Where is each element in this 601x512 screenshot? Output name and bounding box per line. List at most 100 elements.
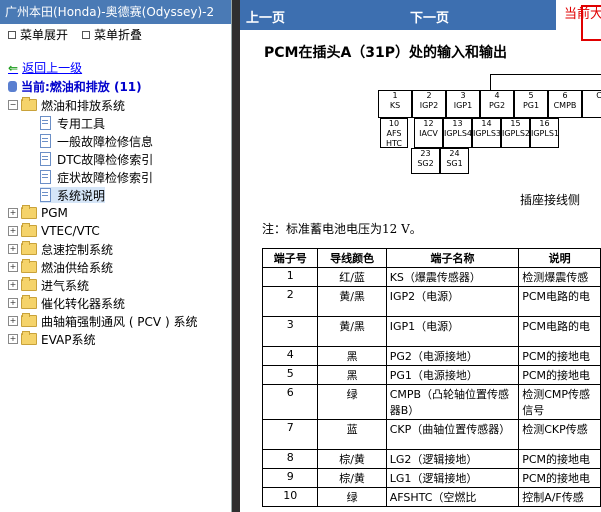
tree-item[interactable]: + 怠速控制系统	[8, 241, 113, 257]
tree-item[interactable]: + EVAP系统	[8, 331, 95, 347]
arrow-left-icon: ⇐	[8, 60, 19, 75]
connector-pin: 2 IGP2	[412, 90, 446, 118]
connector-pin: C	[582, 90, 601, 118]
pin-number: 3	[460, 91, 466, 100]
table-cell: PCM电路的电	[518, 286, 601, 317]
connector-pin: 16 IGPLS1	[530, 118, 559, 148]
expand-icon[interactable]: +	[8, 280, 18, 290]
tree-item[interactable]: 系统说明	[40, 187, 106, 203]
table-header-cell: 说明	[518, 248, 601, 268]
collapse-icon[interactable]: −	[8, 100, 18, 110]
table-cell: 8	[261, 449, 319, 469]
table-cell: 1	[261, 267, 319, 287]
table-row: 7 蓝 CKP（曲轴位置传感器） 检测CKP传感	[261, 419, 601, 450]
connector-pin: 6 CMPB	[548, 90, 582, 118]
expand-icon[interactable]: +	[8, 226, 18, 236]
tree-item[interactable]: + 燃油供给系统	[8, 259, 113, 275]
pin-number: 5	[528, 91, 534, 100]
table-cell: PG2（电源接地）	[385, 346, 520, 366]
square-icon	[82, 30, 90, 39]
database-icon	[8, 81, 17, 92]
connector-pin: 14 IGPLS3	[472, 118, 501, 148]
pin-name: KS	[389, 101, 401, 110]
pin-name: AFS HTC	[385, 129, 403, 148]
panel-divider[interactable]	[232, 0, 240, 512]
folder-icon	[21, 241, 37, 255]
folder-icon	[21, 331, 37, 345]
table-row: 4 黑 PG2（电源接地） PCM的接地电	[261, 346, 601, 366]
table-cell: 5	[261, 365, 319, 385]
pin-number: 15	[510, 119, 521, 128]
document-page: PCM在插头A（31P）处的输入和输出 1 KS 2 IGP2 3 IGP1 4 PG2 5 PG…	[240, 30, 601, 512]
tree-item-label: 催化转化器系统	[41, 296, 126, 311]
tree-item[interactable]: + PGM	[8, 205, 68, 221]
connector-pin: 3 IGP1	[446, 90, 480, 118]
table-cell: 蓝	[317, 419, 387, 450]
connector-pin: 13 IGPLS4	[443, 118, 472, 148]
expand-icon[interactable]: +	[8, 208, 18, 218]
terminal-table: 端子号 导线颜色 端子名称 说明 1 红/蓝 KS（爆震传感器） 检测爆震传感 2 黄/黑 IGP…	[261, 248, 601, 507]
back-link-label: 返回上一级	[22, 61, 83, 75]
document-icon	[40, 188, 51, 202]
table-cell: 7	[261, 419, 319, 450]
table-cell: LG1（逻辑接地）	[385, 468, 520, 488]
pin-number: 14	[481, 119, 492, 128]
expand-icon[interactable]: +	[8, 334, 18, 344]
document-icon	[40, 134, 51, 148]
table-cell: 黑	[317, 346, 387, 366]
prev-page-button[interactable]: 上一页	[246, 7, 285, 26]
expand-icon[interactable]: +	[8, 244, 18, 254]
tree-item-label: 进气系统	[41, 278, 90, 293]
table-cell: IGP2（电源）	[385, 286, 520, 317]
table-cell: PCM电路的电	[518, 316, 601, 347]
menu-collapse-button[interactable]: 菜单折叠	[82, 26, 142, 43]
table-cell: 棕/黄	[317, 449, 387, 469]
table-cell: KS（爆震传感器）	[385, 267, 520, 287]
expand-icon[interactable]: +	[8, 316, 18, 326]
folder-icon	[21, 205, 37, 219]
expand-icon[interactable]: +	[8, 298, 18, 308]
left-panel: 广州本田(Honda)-奥德赛(Odyssey)-2 菜单展开 菜单折叠 ⇐ 返…	[0, 0, 232, 512]
tree-item[interactable]: DTC故障检修索引	[40, 151, 153, 167]
table-cell: 红/蓝	[317, 267, 387, 287]
menu-expand-button[interactable]: 菜单展开	[8, 26, 68, 43]
tree-item[interactable]: 专用工具	[40, 115, 105, 131]
pin-name: SG2	[417, 159, 434, 168]
pin-number: 24	[449, 149, 460, 158]
table-cell: CMPB（凸轮轴位置传感器B）	[385, 384, 520, 420]
table-row: 3 黄/黑 IGP1（电源） PCM电路的电	[261, 316, 601, 347]
tree-item-label: 怠速控制系统	[41, 242, 114, 257]
folder-icon	[21, 295, 37, 309]
pin-name: CMPB	[553, 101, 577, 110]
table-cell: 绿	[317, 487, 387, 507]
table-cell: 黄/黑	[317, 316, 387, 347]
tree-item[interactable]: + 催化转化器系统	[8, 295, 125, 311]
connector-pin: 5 PG1	[514, 90, 548, 118]
table-cell: PCM的接地电	[518, 346, 601, 366]
expand-icon[interactable]: +	[8, 262, 18, 272]
connector-label: 插座接线侧	[520, 193, 581, 207]
table-cell: 10	[261, 487, 319, 507]
tree-item[interactable]: + 进气系统	[8, 277, 89, 293]
table-cell: PCM的接地电	[518, 468, 601, 488]
table-cell: 检测CKP传感	[518, 419, 601, 450]
tree-item[interactable]: − 燃油和排放系统	[8, 97, 125, 113]
tree-item-label: 曲轴箱强制通风 ( PCV ) 系统	[41, 314, 198, 329]
tree-item-label: 系统说明	[57, 188, 106, 203]
tree-item[interactable]: 一般故障检修信息	[40, 133, 153, 149]
tree-item[interactable]: + VTEC/VTC	[8, 223, 100, 239]
back-link[interactable]: ⇐ 返回上一级	[8, 59, 82, 76]
next-page-button[interactable]: 下一页	[410, 7, 449, 26]
tree-item-label: VTEC/VTC	[41, 224, 100, 238]
table-cell: 检测爆震传感	[518, 267, 601, 287]
table-cell: 绿	[317, 384, 387, 420]
folder-icon	[21, 259, 37, 273]
table-cell: PCM的接地电	[518, 449, 601, 469]
connector-pin: 23 SG2	[411, 148, 440, 174]
tree-item[interactable]: + 曲轴箱强制通风 ( PCV ) 系统	[8, 313, 197, 329]
document-title: PCM在插头A（31P）处的输入和输出	[264, 45, 508, 61]
table-cell: PG1（电源接地）	[385, 365, 520, 385]
tree-item-label: 专用工具	[57, 116, 106, 131]
connector-pin: 1 KS	[378, 90, 412, 118]
tree-item[interactable]: 症状故障检修索引	[40, 169, 153, 185]
